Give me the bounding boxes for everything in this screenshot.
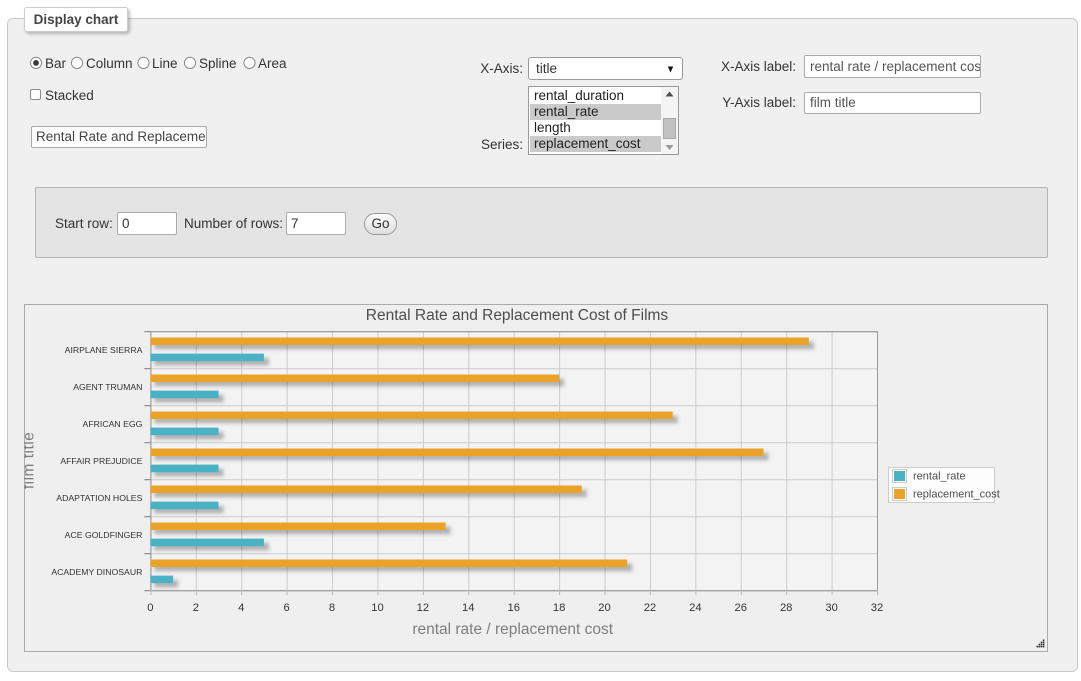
svg-text:4: 4: [238, 602, 244, 614]
svg-text:28: 28: [780, 602, 792, 614]
svg-text:8: 8: [329, 602, 335, 614]
svg-text:ACE GOLDFINGER: ACE GOLDFINGER: [65, 530, 143, 540]
svg-text:6: 6: [284, 602, 290, 614]
svg-text:22: 22: [644, 602, 656, 614]
svg-text:ACADEMY DINOSAUR: ACADEMY DINOSAUR: [51, 567, 142, 577]
svg-text:32: 32: [871, 602, 883, 614]
svg-text:20: 20: [598, 602, 610, 614]
svg-text:rental_rate: rental_rate: [913, 471, 966, 483]
svg-text:2: 2: [193, 602, 199, 614]
svg-text:AIRPLANE SIERRA: AIRPLANE SIERRA: [65, 345, 143, 355]
svg-text:10: 10: [371, 602, 383, 614]
svg-text:12: 12: [417, 602, 429, 614]
svg-text:30: 30: [825, 602, 837, 614]
svg-text:24: 24: [689, 602, 701, 614]
svg-text:16: 16: [507, 602, 519, 614]
svg-text:14: 14: [462, 602, 474, 614]
svg-text:0: 0: [147, 602, 153, 614]
svg-text:18: 18: [553, 602, 565, 614]
svg-text:replacement_cost: replacement_cost: [913, 489, 1000, 501]
svg-text:rental rate / replacement cost: rental rate / replacement cost: [412, 621, 613, 638]
svg-text:26: 26: [735, 602, 747, 614]
svg-text:film title: film title: [24, 432, 38, 490]
svg-text:ADAPTATION HOLES: ADAPTATION HOLES: [56, 493, 142, 503]
svg-text:AGENT TRUMAN: AGENT TRUMAN: [73, 382, 142, 392]
svg-text:Rental Rate and Replacement Co: Rental Rate and Replacement Cost of Film…: [366, 307, 669, 324]
svg-text:AFRICAN EGG: AFRICAN EGG: [83, 419, 143, 429]
svg-text:AFFAIR PREJUDICE: AFFAIR PREJUDICE: [60, 456, 142, 466]
